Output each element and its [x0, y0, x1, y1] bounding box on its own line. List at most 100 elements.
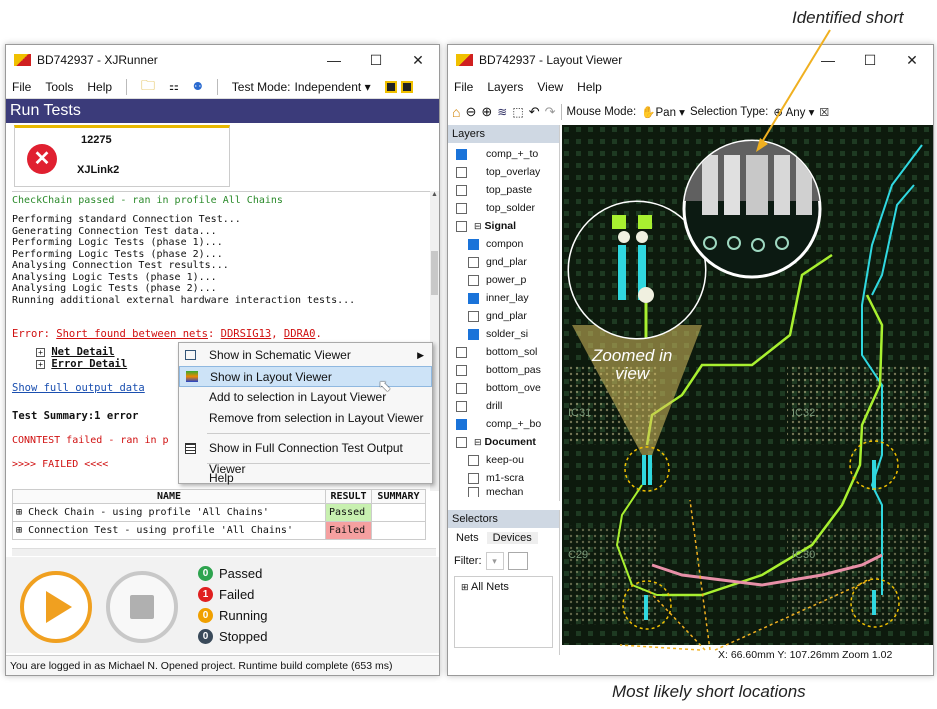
- col-header-summary[interactable]: SUMMARY: [371, 489, 426, 504]
- maximize-button[interactable]: ☐: [355, 52, 397, 69]
- layer-checkbox[interactable]: [456, 220, 467, 232]
- layer-checkbox[interactable]: [456, 382, 467, 394]
- menu-help[interactable]: Help: [577, 80, 602, 94]
- minimize-button[interactable]: —: [807, 52, 849, 68]
- clear-selection-icon[interactable]: ☒: [819, 106, 829, 119]
- menu-show-schematic[interactable]: Show in Schematic Viewer ▶: [179, 345, 432, 366]
- layer-row[interactable]: solder_si: [456, 325, 559, 343]
- expand-icon[interactable]: ⊞: [16, 525, 22, 536]
- error-detail-row[interactable]: + Error Detail: [36, 358, 127, 370]
- layer-checkbox[interactable]: [468, 472, 479, 484]
- layer-checkbox[interactable]: [456, 436, 467, 448]
- layer-row[interactable]: gnd_plar: [456, 253, 559, 271]
- layer-checkbox[interactable]: [468, 256, 479, 268]
- maximize-button[interactable]: ☐: [849, 52, 891, 69]
- stop-button[interactable]: [106, 571, 178, 643]
- layer-checkbox[interactable]: [456, 346, 467, 358]
- layer-checkbox[interactable]: [456, 418, 467, 430]
- layers-icon[interactable]: ≋: [497, 105, 507, 119]
- layer-row[interactable]: bottom_ove: [456, 379, 559, 397]
- layer-row[interactable]: gnd_plar: [456, 307, 559, 325]
- hierarchy-icon[interactable]: ⚏: [169, 80, 179, 93]
- pcb-canvas[interactable]: Zoomed in view IC31 IC32 C29 IC30: [562, 125, 933, 645]
- menu-tools[interactable]: Tools: [45, 80, 73, 94]
- all-nets-item[interactable]: All Nets: [471, 581, 509, 593]
- device-tab[interactable]: ✕ 12275 XJLink2: [14, 125, 230, 187]
- scroll-up-arrow[interactable]: ▲: [430, 191, 439, 198]
- layer-checkbox[interactable]: [456, 202, 467, 214]
- net-detail-link[interactable]: Net Detail: [51, 346, 114, 358]
- layer-row[interactable]: top_paste: [456, 181, 559, 199]
- collapse-icon[interactable]: ⊟: [474, 437, 482, 448]
- close-button[interactable]: ✕: [891, 52, 933, 69]
- col-header-result[interactable]: RESULT: [325, 489, 372, 504]
- net-link-1[interactable]: DDRSIG13: [221, 328, 272, 340]
- layer-checkbox[interactable]: [468, 238, 479, 250]
- selection-type-select[interactable]: ⊕ Any ▾: [773, 105, 814, 119]
- menu-add-selection[interactable]: Add to selection in Layout Viewer: [179, 387, 432, 408]
- layer-group-row[interactable]: ⊟ Signal: [456, 217, 559, 235]
- layer-checkbox[interactable]: [468, 328, 479, 340]
- redo-icon[interactable]: ↷: [545, 104, 556, 120]
- menu-layers[interactable]: Layers: [487, 80, 523, 94]
- tab-devices[interactable]: Devices: [486, 532, 538, 544]
- layer-row[interactable]: top_overlay: [456, 163, 559, 181]
- collapse-icon[interactable]: ⊟: [474, 221, 482, 232]
- menu-view[interactable]: View: [537, 80, 563, 94]
- col-header-name[interactable]: NAME: [12, 489, 326, 504]
- layer-checkbox[interactable]: [468, 487, 479, 497]
- menu-remove-selection[interactable]: Remove from selection in Layout Viewer: [179, 408, 432, 429]
- layer-row[interactable]: power_p: [456, 271, 559, 289]
- layer-checkbox[interactable]: [456, 148, 467, 160]
- layer-checkbox[interactable]: [456, 184, 467, 196]
- test-mode-select[interactable]: Independent ▾: [295, 80, 371, 94]
- layer-row[interactable]: mechan: [456, 487, 559, 497]
- layer-checkbox[interactable]: [456, 400, 467, 412]
- error-detail-link[interactable]: Error Detail: [51, 358, 127, 370]
- menu-show-layout[interactable]: Show in Layout Viewer: [179, 366, 432, 387]
- layer-row[interactable]: comp_+_bo: [456, 415, 559, 433]
- mouse-mode-select[interactable]: ✋Pan ▾: [641, 105, 685, 119]
- menu-help[interactable]: Help: [87, 80, 112, 94]
- layer-row[interactable]: comp_+_to: [456, 145, 559, 163]
- filter-dropdown[interactable]: ▾: [485, 552, 504, 570]
- run-button[interactable]: [20, 571, 92, 643]
- layer-checkbox[interactable]: [468, 274, 479, 286]
- scrollbar-thumb[interactable]: [431, 251, 438, 295]
- layer-row[interactable]: compon: [456, 235, 559, 253]
- expand-icon[interactable]: +: [36, 360, 45, 369]
- layer-row[interactable]: bottom_pas: [456, 361, 559, 379]
- zoom-in-icon[interactable]: ⊕: [481, 104, 492, 120]
- undo-icon[interactable]: ↶: [529, 104, 540, 120]
- layer-checkbox[interactable]: [468, 310, 479, 322]
- layer-checkbox[interactable]: [468, 454, 479, 466]
- error-link[interactable]: Short found between nets: [56, 328, 208, 340]
- menu-help-item[interactable]: Help: [179, 468, 432, 489]
- show-full-output-link[interactable]: Show full output data: [12, 382, 145, 394]
- horizontal-scrollbar[interactable]: [12, 548, 436, 556]
- layer-row[interactable]: bottom_sol: [456, 343, 559, 361]
- close-button[interactable]: ✕: [397, 52, 439, 69]
- menu-show-full-output[interactable]: Show in Full Connection Test Output View…: [179, 438, 432, 476]
- filter-input[interactable]: [507, 552, 528, 570]
- expand-icon[interactable]: +: [36, 348, 45, 357]
- grid-icon-2[interactable]: [400, 80, 413, 93]
- select-box-icon[interactable]: ⬚: [512, 105, 523, 119]
- table-row[interactable]: ⊞ Connection Test - using profile 'All C…: [12, 521, 426, 540]
- tab-nets[interactable]: Nets: [448, 532, 487, 544]
- minimize-button[interactable]: —: [313, 52, 355, 68]
- table-row[interactable]: ⊞ Check Chain - using profile 'All Chain…: [12, 503, 426, 522]
- layer-checkbox[interactable]: [468, 292, 479, 304]
- home-icon[interactable]: ⌂: [452, 104, 460, 120]
- layer-row[interactable]: inner_lay: [456, 289, 559, 307]
- menu-file[interactable]: File: [12, 80, 31, 94]
- layer-group-row[interactable]: ⊟ Document: [456, 433, 559, 451]
- zoom-out-icon[interactable]: ⊖: [465, 104, 476, 120]
- layer-row[interactable]: m1-scra: [456, 469, 559, 487]
- layer-row[interactable]: drill: [456, 397, 559, 415]
- layer-checkbox[interactable]: [456, 166, 467, 178]
- net-link-2[interactable]: DDRA0: [284, 328, 316, 340]
- expand-icon[interactable]: ⊞: [16, 507, 22, 518]
- layer-row[interactable]: keep-ou: [456, 451, 559, 469]
- net-detail-row[interactable]: + Net Detail: [36, 346, 115, 358]
